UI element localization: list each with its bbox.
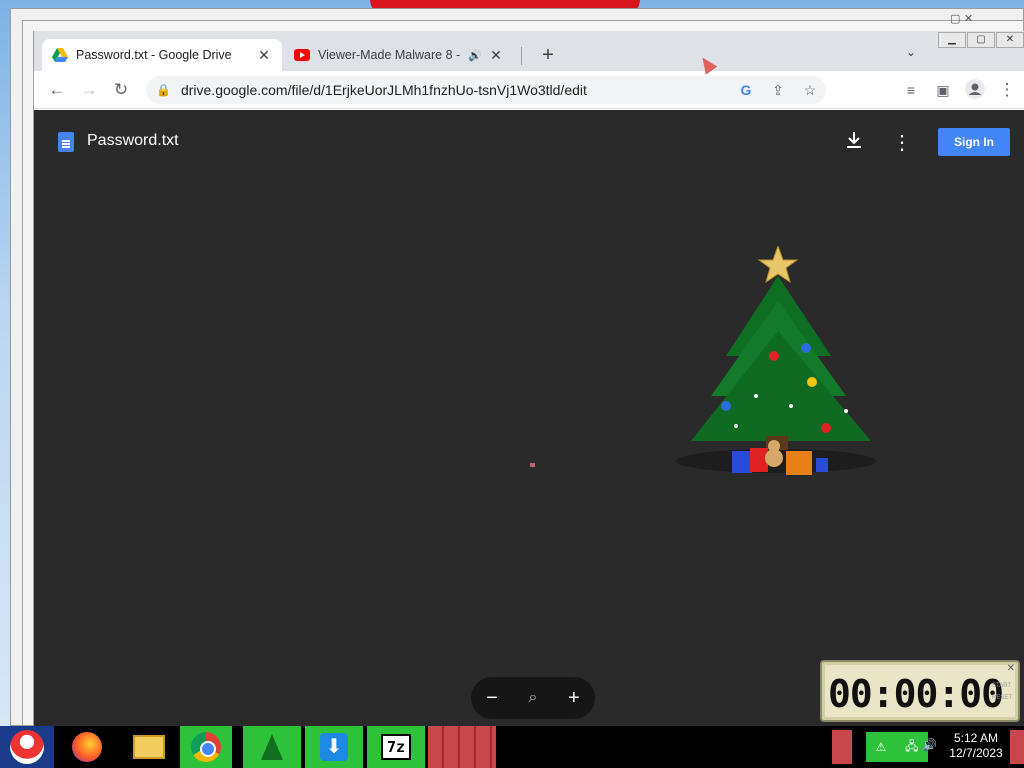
share-icon[interactable]: ⇪	[762, 82, 794, 99]
close-icon[interactable]: ✕	[1007, 663, 1015, 674]
close-icon[interactable]: ✕	[256, 47, 272, 64]
zoom-controls: − ⌕ +	[471, 677, 595, 719]
stopwatch-side-labels: START RESET	[992, 680, 1012, 704]
side-panel-icon[interactable]: ▣	[932, 79, 954, 101]
show-desktop-button[interactable]	[1010, 730, 1024, 764]
tab-separator	[521, 47, 522, 65]
network-icon[interactable]: 🖧	[905, 737, 918, 758]
window-controls: ▁ ▢ ✕	[938, 32, 1024, 48]
taskbar-file-manager[interactable]	[128, 726, 170, 768]
browser-toolbar: ← → ↻ 🔒 drive.google.com/file/d/1ErjkeUo…	[34, 71, 1024, 109]
close-icon[interactable]: ✕	[488, 47, 504, 64]
taskbar: ⬇ 7z ⚠ 🖧 🔊 5:12 AM 12/7/2023	[0, 726, 1024, 768]
forward-arrow-icon[interactable]: →	[78, 79, 100, 101]
back-arrow-icon[interactable]: ←	[46, 79, 68, 101]
lock-icon[interactable]: 🔒	[156, 83, 171, 97]
decorative-dot	[530, 463, 535, 467]
maximize-button[interactable]: ▢	[967, 32, 995, 48]
tab-title: Viewer-Made Malware 8 - M	[318, 48, 463, 62]
chrome-icon	[191, 732, 221, 762]
new-tab-button[interactable]: +	[536, 43, 560, 67]
google-drive-icon	[52, 48, 68, 62]
clock-date: 12/7/2023	[949, 746, 1003, 760]
zoom-out-button[interactable]: −	[486, 687, 498, 710]
tab-youtube[interactable]: Viewer-Made Malware 8 - M 🔊 ✕	[284, 39, 514, 71]
taskbar-clock[interactable]: 5:12 AM 12/7/2023	[944, 731, 1008, 761]
download-arrow-icon: ⬇	[320, 733, 348, 761]
tab-strip: Password.txt - Google Drive ✕ Viewer-Mad…	[34, 31, 1024, 71]
reload-icon[interactable]: ↻	[110, 79, 132, 101]
tree-icon	[261, 734, 283, 760]
volume-icon[interactable]: 🔊	[922, 738, 937, 752]
stopwatch-start-label[interactable]: START	[992, 680, 1012, 692]
stopwatch-widget[interactable]: 00:00:00 START RESET ✕	[820, 660, 1020, 722]
start-button[interactable]	[0, 726, 54, 768]
address-bar[interactable]: 🔒 drive.google.com/file/d/1ErjkeUorJLMh1…	[146, 76, 826, 104]
7zip-icon: 7z	[381, 734, 411, 760]
taskbar-red-window[interactable]	[428, 726, 496, 768]
download-icon[interactable]	[842, 130, 866, 154]
folder-icon	[133, 735, 165, 759]
taskbar-downloader[interactable]: ⬇	[305, 726, 363, 768]
window-close-button[interactable]: ✕	[996, 32, 1024, 48]
taskbar-firefox[interactable]	[64, 726, 110, 768]
system-tray: ⚠ 🖧	[866, 732, 928, 762]
tab-title: Password.txt - Google Drive	[76, 48, 232, 62]
profile-avatar-icon[interactable]	[964, 79, 986, 101]
youtube-icon	[294, 49, 310, 61]
more-options-icon[interactable]: ⋮	[892, 130, 912, 154]
firefox-icon	[72, 732, 102, 762]
bookmark-star-icon[interactable]: ☆	[794, 82, 826, 99]
taskbar-chrome[interactable]	[180, 726, 232, 768]
christmas-tree-image	[676, 246, 876, 475]
reading-list-icon[interactable]: ≡	[900, 79, 922, 101]
taskbar-christmas-tree[interactable]	[243, 726, 301, 768]
tab-google-drive[interactable]: Password.txt - Google Drive ✕	[42, 39, 282, 71]
tab-search-chevron-icon[interactable]: ⌄	[906, 45, 916, 59]
file-title: Password.txt	[87, 132, 179, 149]
sign-in-button[interactable]: Sign In	[938, 128, 1010, 156]
google-lens-icon[interactable]: G	[730, 82, 762, 98]
santa-icon	[10, 730, 44, 764]
menu-kebab-icon[interactable]: ⋮	[996, 79, 1018, 101]
background-window-controls: ▢ ✕	[950, 12, 974, 25]
tray-red-block	[832, 730, 852, 764]
zoom-magnifier-icon[interactable]: ⌕	[529, 689, 538, 707]
stopwatch-time: 00:00:00	[828, 672, 1004, 716]
document-icon	[58, 132, 74, 152]
stopwatch-reset-label[interactable]: RESET	[992, 692, 1012, 704]
minimize-button[interactable]: ▁	[938, 32, 966, 48]
zoom-in-button[interactable]: +	[568, 687, 580, 710]
speaker-icon[interactable]: 🔊	[468, 49, 482, 62]
taskbar-7zip[interactable]: 7z	[367, 726, 425, 768]
address-url[interactable]: drive.google.com/file/d/1ErjkeUorJLMh1fn…	[181, 82, 730, 98]
network-warning-icon[interactable]: ⚠	[875, 740, 886, 754]
clock-time: 5:12 AM	[953, 731, 999, 745]
